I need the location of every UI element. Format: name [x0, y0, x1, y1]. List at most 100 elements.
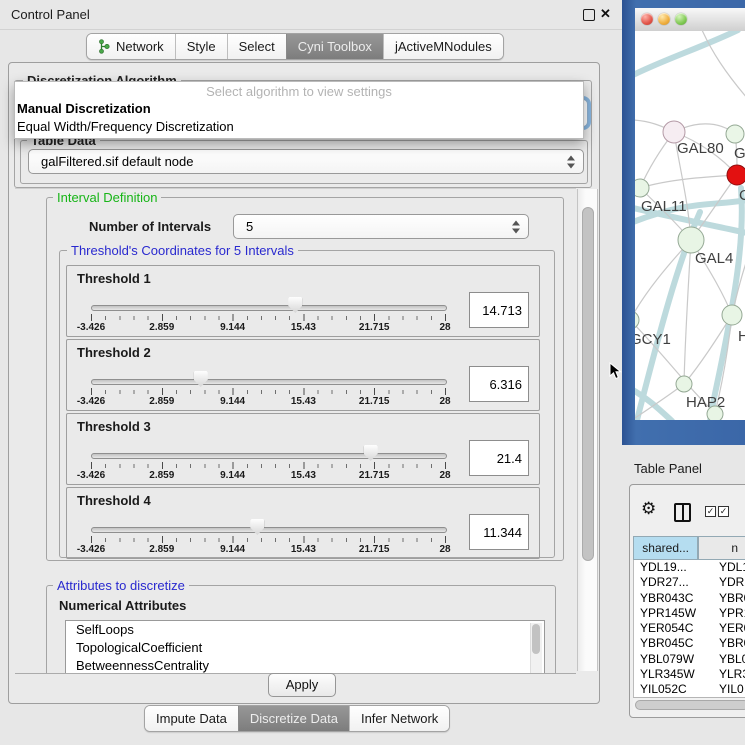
cell-shared-name: YDL19...: [634, 560, 709, 575]
threshold-3-value-field[interactable]: [469, 440, 529, 476]
threshold-2-value-field[interactable]: [469, 366, 529, 402]
apply-button[interactable]: Apply: [268, 673, 336, 697]
slider-tick-label: 9.144: [220, 396, 245, 407]
cell-name: YBR0: [709, 636, 745, 651]
minimize-traffic-light-icon[interactable]: [658, 13, 670, 25]
tab-network[interactable]: Network: [87, 34, 175, 59]
attribute-item-betweennesscentrality[interactable]: BetweennessCentrality: [66, 657, 544, 674]
network-node-c[interactable]: [727, 165, 745, 185]
tab-discretize-data[interactable]: Discretize Data: [238, 706, 349, 731]
threshold-1-slider-track[interactable]: [91, 305, 447, 311]
interval-definition-label: Interval Definition: [53, 190, 161, 205]
panel-title: Control Panel: [11, 7, 90, 22]
column-header-name[interactable]: n: [698, 536, 745, 560]
table-row-yer054c[interactable]: YER054CYER0: [634, 621, 745, 636]
table-row-ydl19-[interactable]: YDL19...YDL1: [634, 560, 745, 575]
slider-tick-label: 9.144: [220, 322, 245, 333]
threshold-4-box: Threshold 4-3.4262.8599.14415.4321.71528: [66, 487, 540, 559]
list-scrollbar[interactable]: [530, 623, 542, 674]
tab-label: Network: [116, 39, 164, 54]
list-scrollbar-thumb[interactable]: [532, 624, 540, 654]
interval-definition-group: Interval Definition Number of Intervals …: [46, 197, 564, 561]
cell-name: YDL1: [709, 560, 745, 575]
threshold-4-value-field[interactable]: [469, 514, 529, 550]
attribute-item-selfloops[interactable]: SelfLoops: [66, 621, 544, 639]
cyni-mode-tabs: Impute Data Discretize Data Infer Network: [144, 705, 450, 732]
cell-shared-name: YIL052C: [634, 682, 709, 697]
network-icon: [98, 39, 110, 54]
network-node-ga[interactable]: [726, 125, 744, 143]
slider-major-ticks: [91, 388, 446, 395]
node-label-gal80: GAL80: [677, 140, 724, 157]
slider-tick-label: 28: [439, 396, 450, 407]
table-row-ybl079w[interactable]: YBL079WYBL0: [634, 652, 745, 667]
tab-impute-data[interactable]: Impute Data: [145, 706, 238, 731]
threshold-4-label: Threshold 4: [77, 493, 151, 508]
slider-tick-label: 21.715: [359, 470, 390, 481]
threshold-2-slider-track[interactable]: [91, 379, 447, 385]
node-label-gcy1: GCY1: [635, 331, 671, 348]
table-hscrollbar-thumb[interactable]: [635, 700, 745, 710]
tab-label: Impute Data: [156, 711, 227, 726]
network-window-titlebar: [635, 8, 745, 32]
network-canvas[interactable]: GAL80GACGAL11GAL4GCY1HHAP2: [635, 31, 745, 420]
slider-tick-label: 2.859: [149, 544, 174, 555]
dropdown-option-equal-width-frequency-discretization[interactable]: Equal Width/Frequency Discretization: [15, 118, 583, 136]
float-window-icon[interactable]: [583, 9, 595, 21]
network-node-hap2[interactable]: [676, 376, 692, 392]
node-label-gal4: GAL4: [695, 250, 733, 267]
tab-cyni-toolbox[interactable]: Cyni Toolbox: [286, 34, 383, 59]
table-row-ybr045c[interactable]: YBR045CYBR0: [634, 636, 745, 651]
slider-tick-label: 28: [439, 322, 450, 333]
thresholds-group: Threshold's Coordinates for 5 Intervals …: [59, 250, 555, 558]
slider-tick-label: -3.426: [77, 396, 105, 407]
network-node-gal11[interactable]: [635, 179, 649, 197]
panel-scrollbar-thumb[interactable]: [582, 207, 594, 561]
tab-select[interactable]: Select: [227, 34, 286, 59]
threshold-1-value-field[interactable]: [469, 292, 529, 328]
close-icon[interactable]: ✕: [600, 6, 611, 22]
network-node-gcy1[interactable]: [635, 311, 639, 329]
panel-scrollbar[interactable]: [577, 189, 598, 671]
table-row-ypr145w[interactable]: YPR145WYPR1: [634, 606, 745, 621]
number-of-intervals-combobox[interactable]: 5: [233, 214, 529, 239]
columns-icon[interactable]: [674, 503, 691, 522]
threshold-1-box: Threshold 1-3.4262.8599.14415.4321.71528: [66, 265, 540, 337]
network-node-h[interactable]: [722, 305, 742, 325]
table-row-yil052c[interactable]: YIL052CYIL0: [634, 682, 745, 697]
tab-jactivemnodules[interactable]: jActiveMNodules: [383, 34, 503, 59]
cell-shared-name: YDR27...: [634, 575, 709, 590]
numerical-attributes-list[interactable]: SelfLoopsTopologicalCoefficientBetweenne…: [65, 620, 545, 674]
dropdown-option-manual-discretization[interactable]: Manual Discretization: [15, 100, 583, 118]
cell-name: YBL0: [709, 652, 745, 667]
attribute-item-topologicalcoefficient[interactable]: TopologicalCoefficient: [66, 639, 544, 657]
gear-icon[interactable]: ⚙: [641, 501, 656, 518]
cell-shared-name: YBR045C: [634, 636, 709, 651]
table-hscrollbar[interactable]: [633, 697, 745, 710]
zoom-traffic-light-icon[interactable]: [675, 13, 687, 25]
table-row-ylr345w[interactable]: YLR345WYLR3: [634, 667, 745, 682]
slider-tick-label: 15.43: [291, 396, 316, 407]
tab-label: jActiveMNodules: [395, 39, 492, 54]
cell-shared-name: YBL079W: [634, 652, 709, 667]
table-row-ybr043c[interactable]: YBR043CYBR0: [634, 591, 745, 606]
threshold-4-slider-track[interactable]: [91, 527, 447, 533]
slider-tick-label: 15.43: [291, 470, 316, 481]
tab-style[interactable]: Style: [175, 34, 227, 59]
slider-tick-label: 21.715: [359, 322, 390, 333]
network-node[interactable]: [707, 406, 723, 420]
checkbox-icon[interactable]: ✓: [718, 506, 729, 517]
tab-label: Discretize Data: [250, 711, 338, 726]
table-row-ydr27-[interactable]: YDR27...YDR2: [634, 575, 745, 590]
slider-tick-label: 15.43: [291, 544, 316, 555]
table-data-combobox[interactable]: galFiltered.sif default node: [28, 149, 584, 174]
settings-viewport: Interval Definition Number of Intervals …: [15, 188, 576, 674]
tab-infer-network[interactable]: Infer Network: [349, 706, 449, 731]
combo-stepper-icon: [567, 155, 576, 168]
checkbox-icon[interactable]: ✓: [705, 506, 716, 517]
column-header-shared[interactable]: shared...: [633, 536, 698, 560]
threshold-3-box: Threshold 3-3.4262.8599.14415.4321.71528: [66, 413, 540, 485]
close-traffic-light-icon[interactable]: [641, 13, 653, 25]
threshold-3-slider-track[interactable]: [91, 453, 447, 459]
threshold-3-label: Threshold 3: [77, 419, 151, 434]
